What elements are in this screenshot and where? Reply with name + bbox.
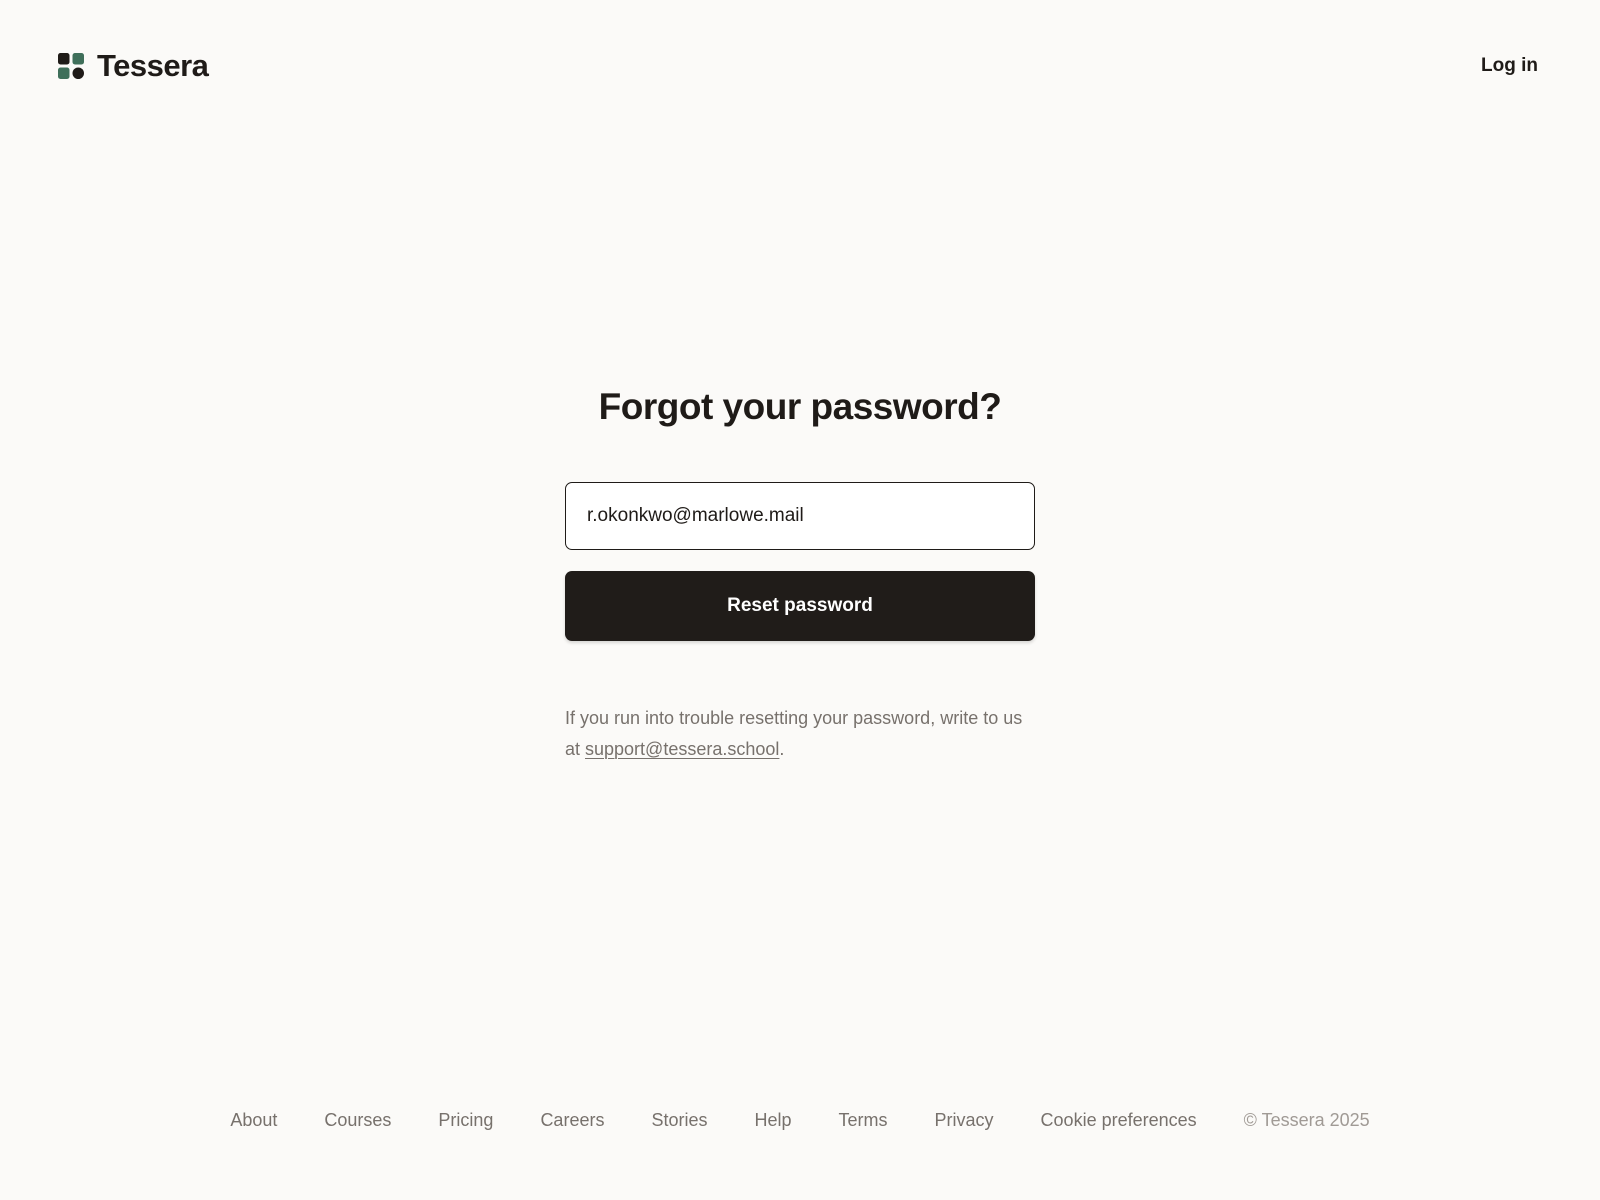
tessera-logo-icon	[58, 53, 84, 79]
login-link[interactable]: Log in	[1481, 54, 1538, 78]
brand-logo-link[interactable]: Tessera	[58, 48, 209, 84]
page-title: Forgot your password?	[598, 386, 1002, 427]
footer-link-stories[interactable]: Stories	[651, 1105, 707, 1135]
brand-name: Tessera	[97, 48, 209, 83]
help-text-end: .	[779, 739, 785, 759]
help-text: If you run into trouble resetting your p…	[565, 703, 1035, 765]
reset-password-button[interactable]: Reset password	[565, 571, 1035, 641]
footer-link-terms[interactable]: Terms	[839, 1105, 888, 1135]
forgot-password-form: Forgot your password? Reset password If …	[565, 380, 1035, 765]
footer: About Courses Pricing Careers Stories He…	[0, 1105, 1600, 1135]
footer-link-courses[interactable]: Courses	[324, 1105, 391, 1135]
copyright-notice: © Tessera 2025	[1243, 1110, 1370, 1130]
email-field[interactable]	[565, 482, 1035, 550]
footer-link-careers[interactable]: Careers	[540, 1105, 604, 1135]
footer-link-privacy[interactable]: Privacy	[935, 1105, 994, 1135]
top-bar: Tessera Log in	[0, 0, 1600, 130]
footer-link-cookie-preferences[interactable]: Cookie preferences	[1041, 1105, 1197, 1135]
footer-link-help[interactable]: Help	[755, 1105, 792, 1135]
footer-link-pricing[interactable]: Pricing	[438, 1105, 493, 1135]
footer-link-about[interactable]: About	[230, 1105, 277, 1135]
support-email-link[interactable]: support@tessera.school	[585, 739, 779, 759]
